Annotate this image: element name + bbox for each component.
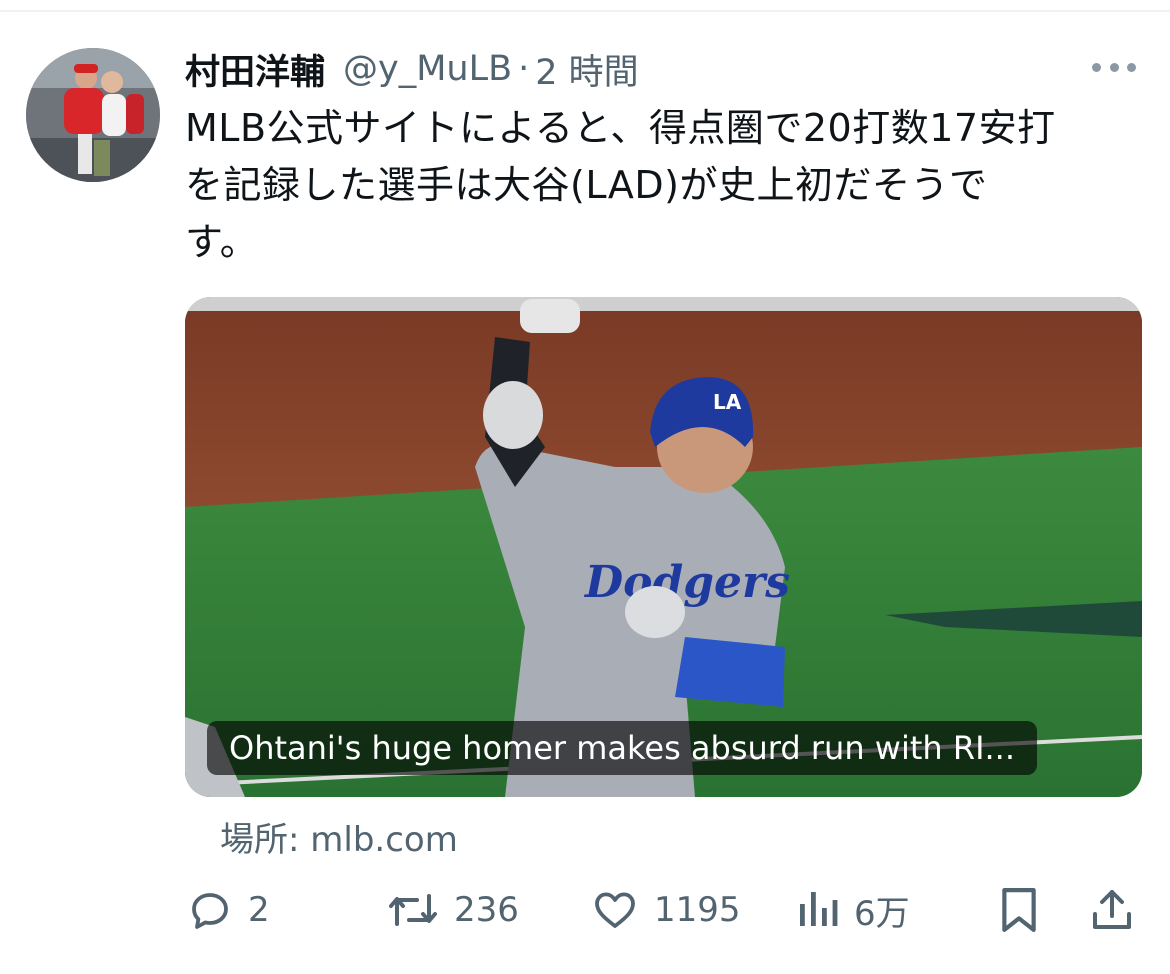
card-title: Ohtani's huge homer makes absurd run wit… (207, 721, 1038, 775)
bookmark-button[interactable] (996, 880, 1042, 940)
speech-bubble-icon (192, 893, 228, 929)
separator: · (518, 49, 530, 89)
bar-chart-icon (800, 892, 838, 926)
avatar[interactable] (26, 48, 160, 182)
reply-button[interactable]: 2 (186, 880, 270, 940)
share-button[interactable] (1088, 880, 1136, 940)
heart-icon (595, 892, 635, 928)
timestamp[interactable]: 2 時間 (535, 44, 638, 95)
svg-text:LA: LA (713, 390, 742, 414)
like-count: 1195 (654, 890, 741, 930)
tweet[interactable]: 村田洋輔 @y_MuLB · 2 時間 MLB公式サイトによると、得点圏で20打… (0, 0, 1170, 974)
tweet-header: 村田洋輔 @y_MuLB · 2 時間 (185, 44, 639, 94)
bookmark-icon (1002, 888, 1036, 932)
display-name[interactable]: 村田洋輔 (185, 44, 325, 95)
views-button[interactable]: 6万 (796, 880, 910, 940)
retweet-count: 236 (454, 890, 519, 930)
retweet-icon (389, 894, 437, 926)
like-button[interactable]: 1195 (590, 880, 741, 940)
avatar-photo (26, 48, 160, 182)
share-icon (1093, 890, 1131, 929)
retweet-button[interactable]: 236 (386, 880, 519, 940)
svg-text:Dodgers: Dodgers (583, 557, 790, 608)
tweet-text: MLB公式サイトによると、得点圏で20打数17安打 を記録した選手は大谷(LAD… (185, 106, 1056, 264)
more-horizontal-icon[interactable] (1092, 52, 1136, 82)
reply-count: 2 (248, 890, 270, 930)
action-bar: 2 236 1195 6万 (0, 880, 1170, 940)
view-count: 6万 (854, 893, 910, 934)
link-card[interactable]: LA Dodgers Ohtani's huge homer makes abs… (185, 297, 1142, 797)
divider (0, 10, 1170, 12)
card-source[interactable]: 場所: mlb.com (220, 812, 458, 861)
user-handle[interactable]: @y_MuLB (343, 49, 512, 89)
